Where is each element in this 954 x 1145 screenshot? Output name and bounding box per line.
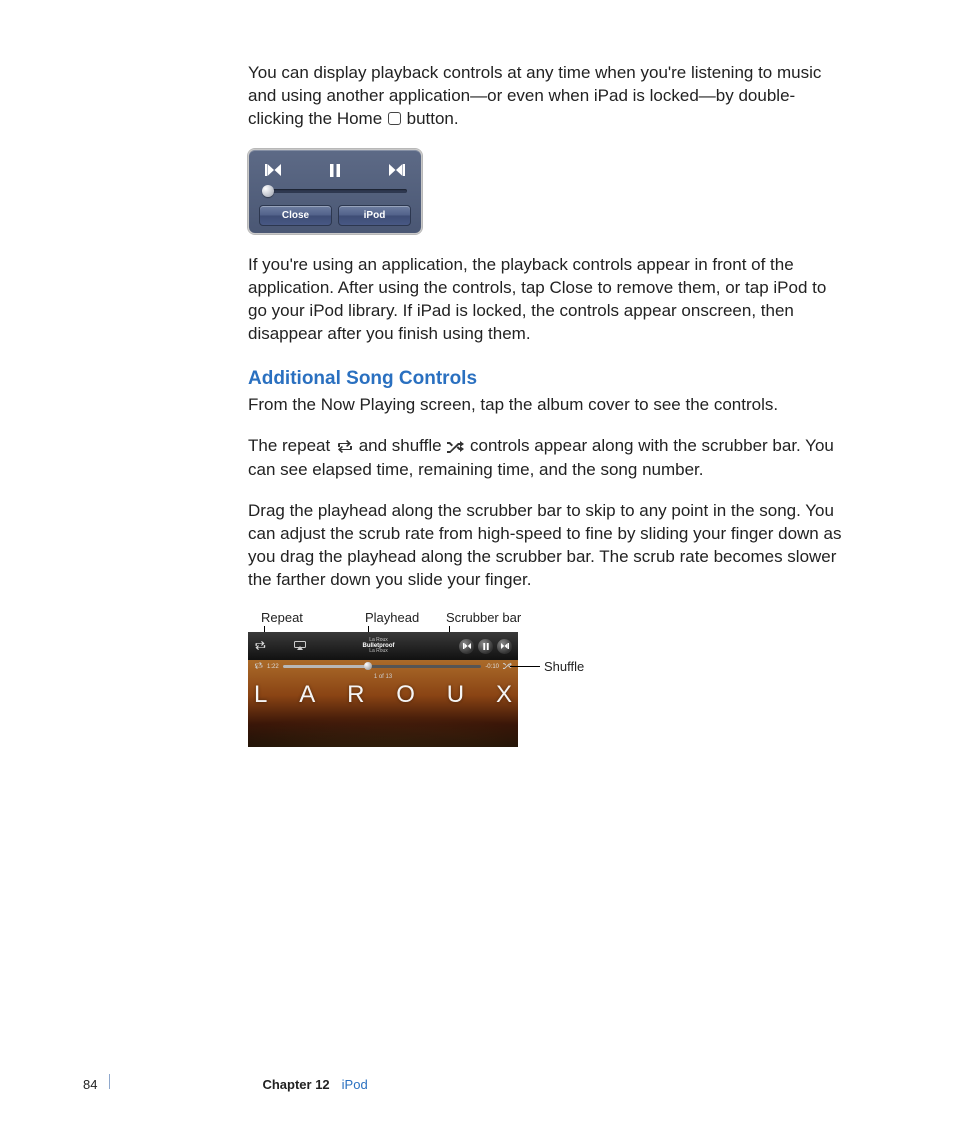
- volume-slider[interactable]: [263, 189, 407, 193]
- callout-line: [510, 666, 540, 667]
- previous-button[interactable]: [459, 639, 474, 654]
- diagram-top-labels: Repeat Playhead Scrubber bar: [248, 610, 578, 628]
- letter: O: [396, 681, 415, 709]
- previous-icon[interactable]: [265, 164, 281, 176]
- pause-button[interactable]: [478, 639, 493, 654]
- heading-additional-song-controls: Additional Song Controls: [248, 368, 848, 390]
- label-shuffle: Shuffle: [544, 659, 584, 674]
- text: You can display playback controls at any…: [248, 63, 821, 128]
- track-meta: La Roux Bulletproof La Roux: [363, 638, 395, 655]
- paragraph-5: Drag the playhead along the scrubber bar…: [248, 500, 848, 592]
- transport-controls: [459, 639, 512, 654]
- pause-icon[interactable]: [330, 164, 340, 177]
- letter: X: [496, 681, 512, 709]
- letter: L: [254, 681, 267, 709]
- artist-label: La Roux: [363, 638, 395, 643]
- now-playing-player: La Roux Bulletproof La Roux: [248, 632, 518, 747]
- chapter-label: Chapter 12: [262, 1077, 329, 1092]
- song-number: 1 of 13: [248, 674, 518, 680]
- document-page: You can display playback controls at any…: [0, 0, 954, 1145]
- page-number: 84: [83, 1077, 97, 1092]
- repeat-icon: [336, 437, 353, 460]
- popup-button-row: Close iPod: [259, 205, 411, 226]
- airplay-icon[interactable]: [294, 637, 306, 655]
- elapsed-time: 1:22: [267, 664, 279, 670]
- content-area: You can display playback controls at any…: [248, 62, 848, 747]
- paragraph-4: The repeat and shuffle controls appear a…: [248, 435, 848, 483]
- ipod-button[interactable]: iPod: [338, 205, 411, 226]
- label-scrubber: Scrubber bar: [446, 610, 521, 625]
- playhead[interactable]: [364, 662, 372, 670]
- close-button[interactable]: Close: [259, 205, 332, 226]
- scrubber-row: 1:22 -0:10: [254, 662, 512, 671]
- letter: A: [299, 681, 315, 709]
- paragraph-1: You can display playback controls at any…: [248, 62, 848, 131]
- slider-thumb[interactable]: [262, 185, 274, 197]
- album-art-letters: L A R O U X: [254, 681, 512, 709]
- album-label: La Roux: [363, 649, 395, 654]
- diagram: Repeat Playhead Scrubber bar: [248, 610, 578, 747]
- next-icon[interactable]: [389, 164, 405, 176]
- scrubber-bar[interactable]: [283, 665, 482, 668]
- scrubber-fill: [283, 665, 368, 668]
- remaining-time: -0:10: [485, 664, 499, 670]
- label-repeat: Repeat: [261, 610, 303, 625]
- letter: R: [347, 681, 364, 709]
- next-button[interactable]: [497, 639, 512, 654]
- text: The repeat: [248, 436, 335, 455]
- footer-divider: [109, 1074, 110, 1089]
- shuffle-icon: [447, 437, 464, 460]
- paragraph-3: From the Now Playing screen, tap the alb…: [248, 394, 848, 417]
- label-playhead: Playhead: [365, 610, 419, 625]
- paragraph-2: If you're using an application, the play…: [248, 254, 848, 346]
- letter: U: [447, 681, 464, 709]
- popup-transport-row: [259, 164, 411, 177]
- playback-popup: Close iPod: [248, 149, 422, 234]
- repeat-icon-small[interactable]: [254, 662, 263, 671]
- page-footer: 84 Chapter 12 iPod: [83, 1074, 863, 1092]
- text: button.: [407, 109, 459, 128]
- player-top-bar: La Roux Bulletproof La Roux: [248, 632, 518, 660]
- chapter-name: iPod: [342, 1077, 368, 1092]
- text: and shuffle: [359, 436, 447, 455]
- home-button-icon: [388, 112, 401, 125]
- repeat-icon[interactable]: [254, 637, 266, 655]
